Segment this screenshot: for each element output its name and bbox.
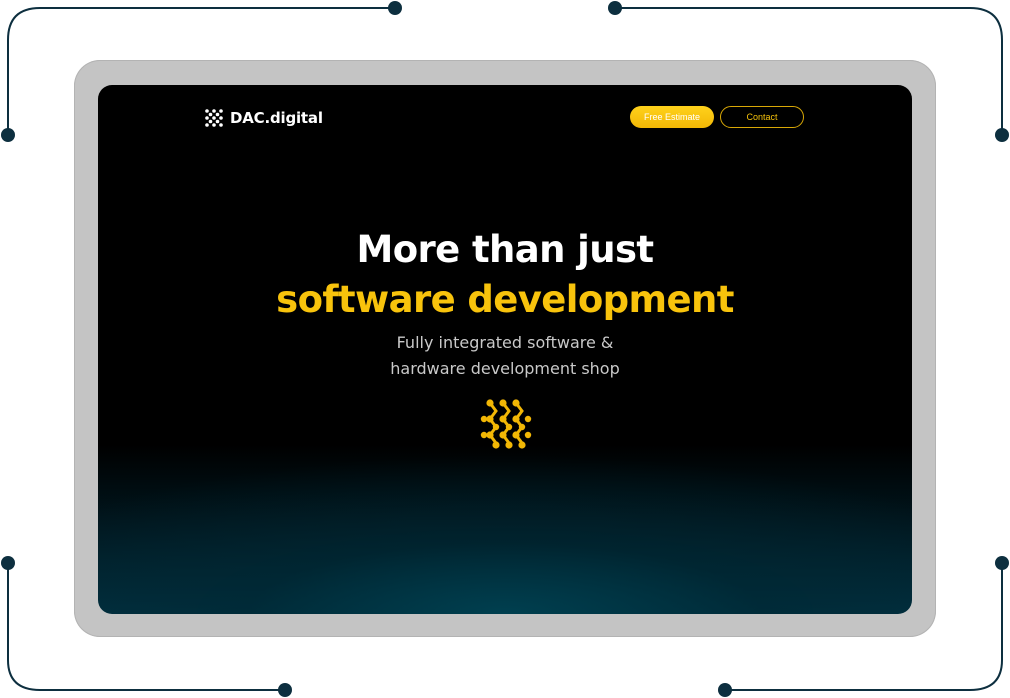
connector-node — [718, 683, 732, 697]
hero-title-line-2: software development — [276, 278, 734, 321]
hero-title-line-1: More than just — [356, 228, 654, 271]
dac-logo-icon — [205, 109, 223, 127]
connector-node — [1, 556, 15, 570]
connector-node — [995, 556, 1009, 570]
hero-title: More than just software development — [98, 225, 912, 325]
website-screen: DAC.digital Free Estimate Contact More t… — [98, 85, 912, 614]
hero-subtitle: Fully integrated software & hardware dev… — [98, 330, 912, 382]
connector-node — [995, 128, 1009, 142]
hero-subtitle-line-1: Fully integrated software & — [396, 333, 614, 352]
brand-name: DAC.digital — [230, 109, 323, 127]
dac-network-mark-icon — [480, 399, 532, 449]
brand-logo[interactable]: DAC.digital — [204, 108, 323, 128]
contact-button[interactable]: Contact — [720, 106, 804, 128]
connector-node — [1, 128, 15, 142]
connector-node — [278, 683, 292, 697]
free-estimate-button[interactable]: Free Estimate — [630, 106, 714, 128]
connector-node — [608, 1, 622, 15]
hero-subtitle-line-2: hardware development shop — [390, 359, 620, 378]
connector-node — [388, 1, 402, 15]
